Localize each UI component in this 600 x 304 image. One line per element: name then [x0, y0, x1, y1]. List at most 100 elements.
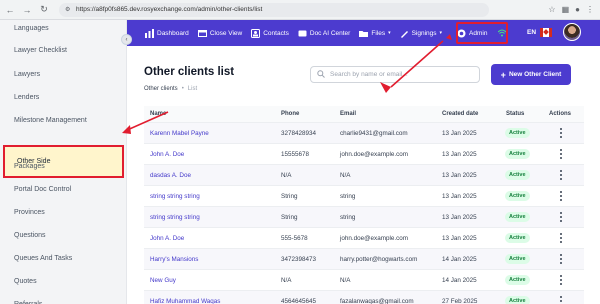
email-cell: charlie9431@gmail.com	[340, 130, 408, 137]
client-name-link[interactable]: John A. Doe	[150, 235, 184, 242]
email-cell: string	[340, 193, 356, 200]
avatar[interactable]	[563, 23, 581, 41]
table-row[interactable]: Karenn Mabel Payne 3278428934 charlie9431@…	[144, 122, 584, 143]
more-actions-icon[interactable]	[559, 275, 563, 285]
more-actions-icon[interactable]	[559, 233, 563, 243]
client-name-link[interactable]: string string string	[150, 214, 200, 221]
client-name-link[interactable]: Hafiz Muhammad Waqas	[150, 298, 220, 304]
created-date-cell: 13 Jan 2025	[442, 235, 477, 242]
browser-toolbar: ← → ↻ ⚙ https://a8fp0fs865.dev.rosyexcha…	[0, 0, 600, 20]
clients-table: Name Phone Email Created date Status Act…	[144, 106, 584, 304]
more-actions-icon[interactable]	[559, 191, 563, 201]
breadcrumb-separator: •	[181, 86, 184, 92]
client-name-link[interactable]: Karenn Mabel Payne	[150, 130, 209, 137]
search-box[interactable]	[310, 66, 480, 83]
profile-icon[interactable]: ●	[575, 5, 580, 14]
status-badge: Active	[505, 191, 530, 201]
column-header-email[interactable]: Email	[340, 111, 356, 117]
more-actions-icon[interactable]	[559, 170, 563, 180]
nav-signings-label: Signings	[411, 29, 437, 37]
reload-icon[interactable]: ↻	[37, 3, 51, 17]
column-header-actions: Actions	[549, 111, 572, 117]
column-header-name[interactable]: Name	[150, 111, 166, 117]
sidebar-collapse-button[interactable]: ‹	[121, 34, 132, 45]
new-other-client-label: New Other Client	[508, 71, 562, 78]
nav-dashboard[interactable]: Dashboard	[145, 28, 189, 38]
client-name-link[interactable]: Harry's Mansions	[150, 256, 198, 263]
phone-cell: String	[281, 214, 298, 221]
sidebar-item-quotes[interactable]: Quotes	[14, 278, 37, 285]
nav-contacts[interactable]: Contacts	[251, 28, 289, 38]
sidebar-item-lawyers[interactable]: Lawyers	[14, 71, 40, 78]
site-info-icon[interactable]: ⚙	[65, 6, 72, 13]
nav-signings[interactable]: Signings ▾	[400, 29, 442, 38]
phone-cell: 4564645645	[281, 298, 317, 304]
dashboard-icon	[145, 28, 154, 38]
folder-icon	[359, 29, 369, 38]
table-row[interactable]: New Guy N/A N/A 14 Jan 2025 Active	[144, 269, 584, 290]
contacts-icon	[251, 28, 261, 38]
more-actions-icon[interactable]	[559, 296, 563, 304]
address-bar[interactable]: ⚙ https://a8fp0fs865.dev.rosyexchange.co…	[59, 2, 489, 17]
table-header: Name Phone Email Created date Status Act…	[144, 106, 584, 122]
table-row[interactable]: John A. Doe 15555678 john.doe@example.com 1…	[144, 143, 584, 164]
created-date-cell: 27 Feb 2025	[442, 298, 478, 304]
status-badge: Active	[505, 149, 530, 159]
search-icon	[317, 69, 325, 80]
sidebar: Other Side Languages Lawyer Checklist Lawy…	[0, 20, 127, 304]
column-header-created[interactable]: Created date	[442, 111, 478, 117]
status-badge: Active	[505, 170, 530, 180]
table-row[interactable]: string string string String string 13 Jan 2…	[144, 206, 584, 227]
status-badge: Active	[505, 212, 530, 222]
breadcrumb-other-clients[interactable]: Other clients	[144, 86, 178, 92]
search-input[interactable]	[330, 71, 470, 78]
phone-cell: 555-5678	[281, 235, 308, 242]
sidebar-item-lenders[interactable]: Lenders	[14, 94, 39, 101]
sidebar-item-milestone-management[interactable]: Milestone Management	[14, 117, 87, 124]
table-row[interactable]: Harry's Mansions 3472398473 harry.potter@h…	[144, 248, 584, 269]
more-actions-icon[interactable]	[559, 212, 563, 222]
table-row[interactable]: string string string String string 13 Jan 2…	[144, 185, 584, 206]
table-row[interactable]: Hafiz Muhammad Waqas 4564645645 fazalanwaq…	[144, 290, 584, 304]
new-other-client-button[interactable]: + New Other Client	[491, 64, 571, 85]
sidebar-item-languages[interactable]: Languages	[14, 25, 49, 32]
status-badge: Active	[505, 233, 530, 243]
sidebar-item-queues-and-tasks[interactable]: Queues And Tasks	[14, 255, 72, 262]
language-selector[interactable]: EN	[527, 29, 536, 36]
sidebar-item-lawyer-checklist[interactable]: Lawyer Checklist	[14, 47, 67, 54]
sidebar-item-provinces[interactable]: Provinces	[14, 209, 45, 216]
client-name-link[interactable]: New Guy	[150, 277, 176, 284]
main-content: Other clients list Other clients•List + …	[127, 46, 600, 304]
client-name-link[interactable]: string string string	[150, 193, 200, 200]
email-cell: N/A	[340, 277, 351, 284]
more-actions-icon[interactable]	[559, 254, 563, 264]
back-icon[interactable]: ←	[3, 3, 17, 17]
forward-icon[interactable]: →	[20, 3, 34, 17]
phone-cell: 3278428934	[281, 130, 317, 137]
sidebar-item-other-side[interactable]: Other Side	[3, 145, 124, 178]
sidebar-item-questions[interactable]: Questions	[14, 232, 46, 239]
client-name-link[interactable]: dasdas A. Doe	[150, 172, 191, 179]
sidebar-item-portal-doc-control[interactable]: Portal Doc Control	[14, 186, 71, 193]
nav-files[interactable]: Files ▾	[359, 29, 391, 38]
more-actions-icon[interactable]	[559, 128, 563, 138]
canada-flag-icon[interactable]	[540, 28, 552, 37]
star-icon[interactable]: ☆	[548, 5, 555, 14]
more-actions-icon[interactable]	[559, 149, 563, 159]
menu-icon[interactable]: ⋮	[586, 5, 594, 14]
chevron-down-icon: ▾	[439, 30, 443, 36]
client-name-link[interactable]: John A. Doe	[150, 151, 184, 158]
nav-close-view[interactable]: Close View	[197, 29, 242, 38]
sidebar-item-packages[interactable]: Packages	[14, 163, 45, 170]
nav-dashboard-label: Dashboard	[157, 29, 189, 37]
nav-doc-ai[interactable]: Doc AI Center	[298, 29, 350, 38]
status-badge: Active	[505, 275, 530, 285]
created-date-cell: 14 Jan 2025	[442, 256, 477, 263]
table-row[interactable]: dasdas A. Doe N/A N/A 13 Jan 2025 Active	[144, 164, 584, 185]
column-header-status: Status	[506, 111, 525, 117]
extensions-icon[interactable]: ▦	[562, 5, 570, 14]
signings-icon	[400, 29, 409, 38]
email-cell: john.doe@example.com	[340, 151, 408, 158]
table-row[interactable]: John A. Doe 555-5678 john.doe@example.com 1…	[144, 227, 584, 248]
column-header-phone[interactable]: Phone	[281, 111, 299, 117]
